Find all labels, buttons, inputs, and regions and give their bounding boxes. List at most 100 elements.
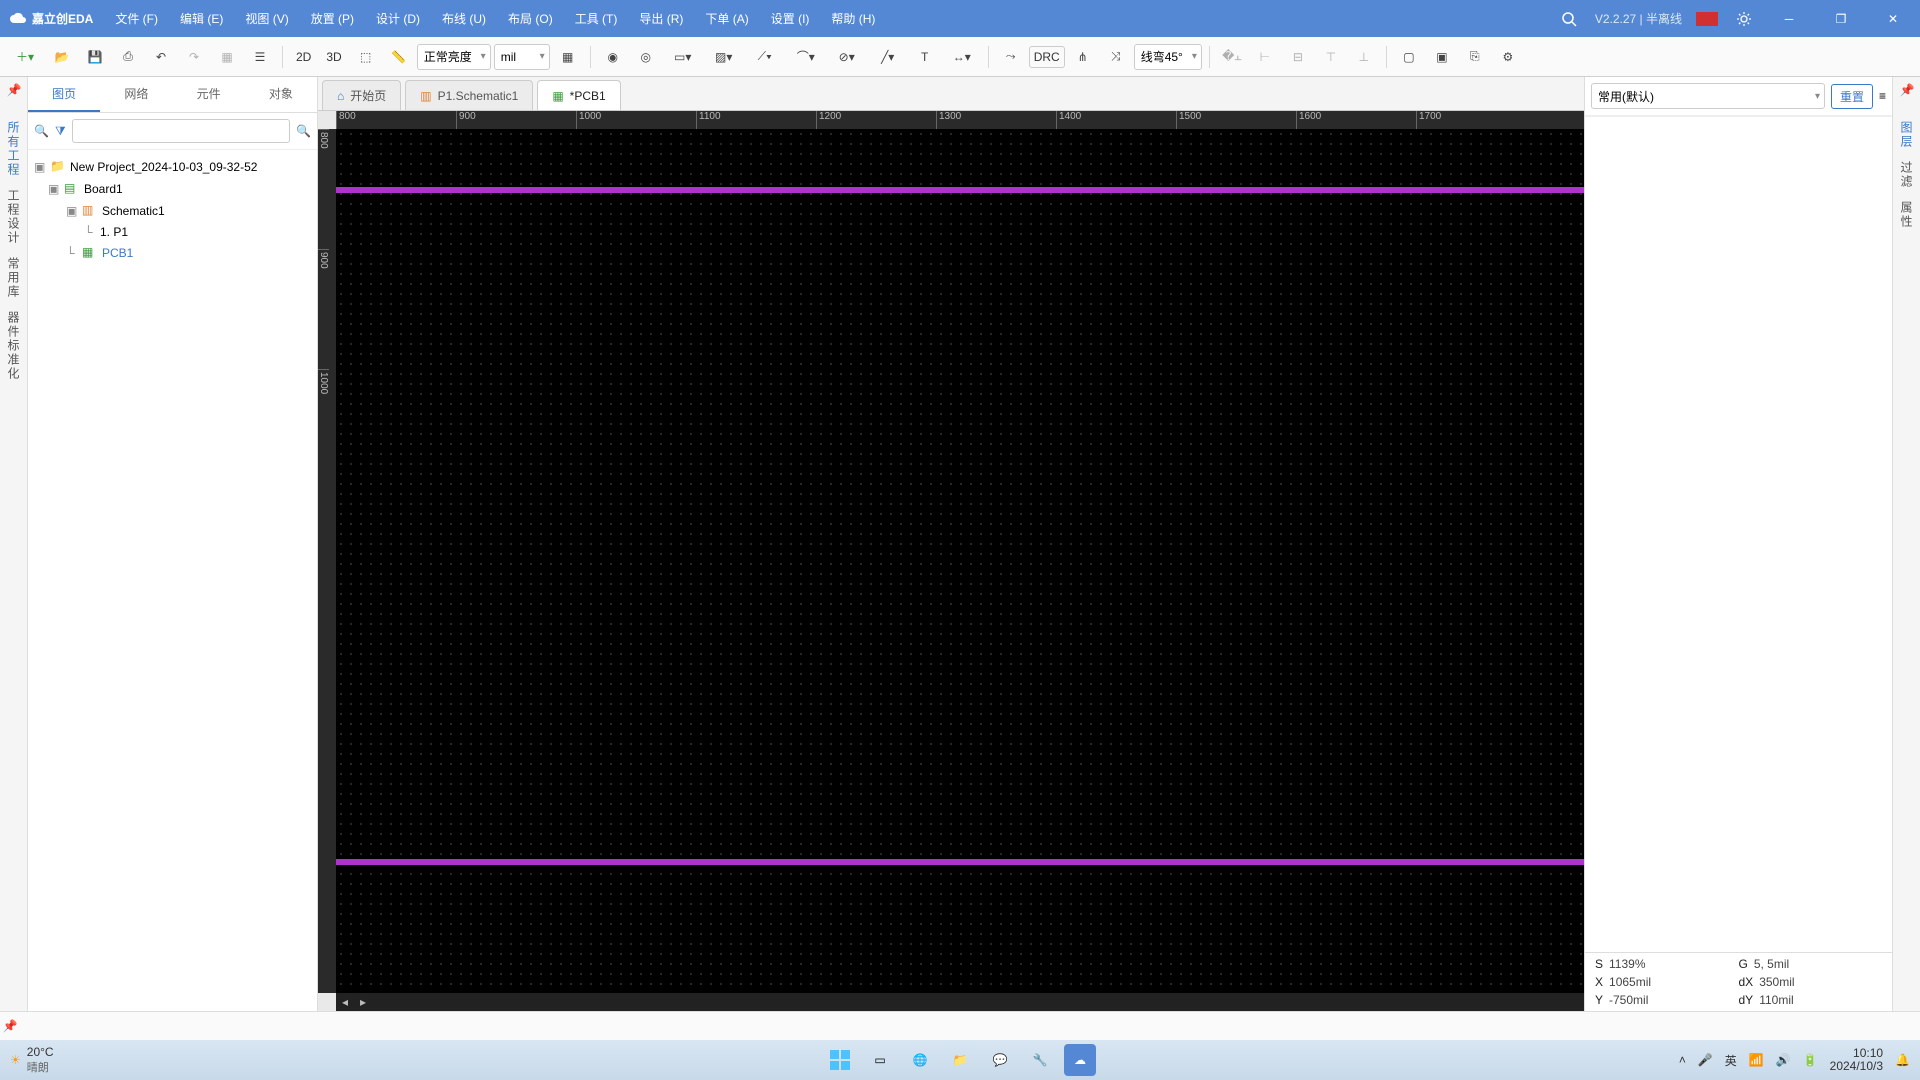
view-3d-button[interactable]: 3D (320, 50, 347, 64)
right-rail-tab[interactable]: 图层 (1896, 115, 1917, 155)
minimize-button[interactable]: ─ (1770, 7, 1808, 31)
start-button[interactable] (824, 1044, 856, 1076)
brightness-select[interactable]: 正常亮度 (417, 44, 491, 70)
taskview-icon[interactable]: ▭ (864, 1044, 896, 1076)
measure-icon[interactable]: 📏 (384, 42, 414, 72)
menu-item[interactable]: 工具 (T) (565, 4, 628, 33)
left-panel-tab[interactable]: 元件 (173, 77, 245, 112)
document-tab[interactable]: ▦*PCB1 (537, 80, 620, 110)
left-rail-tab[interactable]: 常用库 (3, 251, 24, 305)
lang-flag-icon[interactable] (1696, 12, 1718, 26)
tray-chevron-icon[interactable]: ˄ (1679, 1053, 1686, 1067)
search-go-icon[interactable]: 🔍 (296, 124, 311, 138)
menu-item[interactable]: 编辑 (E) (170, 4, 233, 33)
document-tab[interactable]: ⌂开始页 (322, 80, 401, 110)
edge-icon[interactable]: 🌐 (904, 1044, 936, 1076)
dimension-tool-icon[interactable]: ↔▾ (943, 42, 981, 72)
drc-button[interactable]: DRC (1029, 46, 1065, 68)
text-tool-icon[interactable]: T (910, 42, 940, 72)
scroll-left-icon[interactable]: ◂ (342, 995, 348, 1009)
list-button[interactable]: ☰ (245, 42, 275, 72)
left-panel-tab[interactable]: 对象 (245, 77, 317, 112)
wifi-icon[interactable]: 📶 (1749, 1053, 1764, 1067)
route-angle-select[interactable]: 线弯45° (1134, 44, 1202, 70)
right-rail-tab[interactable]: 属性 (1896, 195, 1917, 235)
region-tool-icon[interactable]: ▨▾ (705, 42, 743, 72)
arc-tool-icon[interactable]: ⌒▾ (787, 42, 825, 72)
pcb-canvas[interactable] (336, 129, 1584, 993)
search-icon[interactable]: 🔍 (34, 124, 49, 138)
wechat-icon[interactable]: 💬 (984, 1044, 1016, 1076)
scroll-right-icon[interactable]: ▸ (360, 995, 366, 1009)
menu-item[interactable]: 视图 (V) (235, 4, 298, 33)
left-panel-tab[interactable]: 图页 (28, 77, 100, 112)
distribute-icon[interactable]: ⊟ (1283, 42, 1313, 72)
battery-icon[interactable]: 🔋 (1803, 1053, 1818, 1067)
line-tool-icon[interactable]: ╱▾ (869, 42, 907, 72)
tree-page[interactable]: └1. P1 (32, 222, 313, 242)
hole-icon[interactable]: ◎ (631, 42, 661, 72)
via-icon[interactable]: ◉ (598, 42, 628, 72)
menu-item[interactable]: 导出 (R) (629, 4, 693, 33)
polyline-tool-icon[interactable]: ⟋▾ (746, 42, 784, 72)
pin-icon[interactable]: 📌 (7, 83, 21, 97)
tree-board[interactable]: ▣▤Board1 (32, 178, 313, 200)
align-center-icon[interactable]: ⊢ (1250, 42, 1280, 72)
menu-item[interactable]: 布局 (O) (498, 4, 563, 33)
save-all-button[interactable]: ⎙ (113, 42, 143, 72)
view-2d-button[interactable]: 2D (290, 50, 317, 64)
diff-pair-icon[interactable]: ⤨ (1101, 42, 1131, 72)
close-button[interactable]: ✕ (1874, 7, 1912, 31)
align-bottom-icon[interactable]: ⊥ (1349, 42, 1379, 72)
panel-a-icon[interactable]: ▢ (1394, 42, 1424, 72)
array-button[interactable]: ▦ (212, 42, 242, 72)
undo-button[interactable]: ↶ (146, 42, 176, 72)
panel-b-icon[interactable]: ▣ (1427, 42, 1457, 72)
grid-icon[interactable]: ▦ (553, 42, 583, 72)
filter-icon[interactable]: ⧩ (55, 124, 66, 139)
left-rail-tab[interactable]: 器件标准化 (3, 305, 24, 387)
weather-widget[interactable]: ☀ 20°C 晴朗 (10, 1045, 54, 1075)
menu-item[interactable]: 放置 (P) (301, 4, 364, 33)
menu-item[interactable]: 下单 (A) (695, 4, 758, 33)
unit-select[interactable]: mil (494, 44, 550, 70)
pin-icon[interactable]: 📌 (1900, 83, 1914, 97)
align-left-icon[interactable]: �󠀠⫠ (1217, 42, 1247, 72)
settings-icon[interactable] (1732, 7, 1756, 31)
right-rail-tab[interactable]: 过滤 (1896, 155, 1917, 195)
menu-item[interactable]: 布线 (U) (432, 4, 496, 33)
tree-schematic[interactable]: ▣▥Schematic1 (32, 200, 313, 222)
left-panel-tab[interactable]: 网络 (100, 77, 172, 112)
align-top-icon[interactable]: ⊤ (1316, 42, 1346, 72)
menu-item[interactable]: 文件 (F) (105, 4, 168, 33)
explorer-icon[interactable]: 📁 (944, 1044, 976, 1076)
tree-project[interactable]: ▣📁New Project_2024-10-03_09-32-52 (32, 156, 313, 178)
pin-icon[interactable]: 📌 (0, 1019, 20, 1033)
select-rect-icon[interactable]: ⬚ (351, 42, 381, 72)
menu-item[interactable]: 设置 (I) (761, 4, 820, 33)
tree-search-input[interactable] (72, 119, 290, 143)
app-icon[interactable]: 🔧 (1024, 1044, 1056, 1076)
ime-indicator[interactable]: 英 (1725, 1052, 1737, 1069)
reset-button[interactable]: 重置 (1831, 84, 1873, 109)
settings2-icon[interactable]: ⚙ (1493, 42, 1523, 72)
menu-item[interactable]: 设计 (D) (366, 4, 430, 33)
tree-pcb[interactable]: └▦PCB1 (32, 242, 313, 264)
menu-item[interactable]: 帮助 (H) (821, 4, 885, 33)
route-icon[interactable]: ⤳ (996, 42, 1026, 72)
left-rail-tab[interactable]: 所有工程 (3, 115, 24, 183)
maximize-button[interactable]: ❐ (1822, 7, 1860, 31)
panel-c-icon[interactable]: ⎘ (1460, 42, 1490, 72)
new-button[interactable]: ＋▾ (6, 42, 44, 72)
net-tool-icon[interactable]: ⋔ (1068, 42, 1098, 72)
clock[interactable]: 10:10 2024/10/3 (1830, 1047, 1883, 1073)
mic-icon[interactable]: 🎤 (1698, 1053, 1713, 1067)
notifications-icon[interactable]: 🔔 (1895, 1053, 1910, 1067)
panel-menu-icon[interactable]: ≡ (1879, 89, 1886, 103)
layer-preset-select[interactable]: 常用(默认) (1591, 83, 1825, 109)
redo-button[interactable]: ↷ (179, 42, 209, 72)
rect-tool-icon[interactable]: ▭▾ (664, 42, 702, 72)
search-icon[interactable] (1557, 7, 1581, 31)
eda-app-icon[interactable]: ☁ (1064, 1044, 1096, 1076)
save-button[interactable]: 💾 (80, 42, 110, 72)
